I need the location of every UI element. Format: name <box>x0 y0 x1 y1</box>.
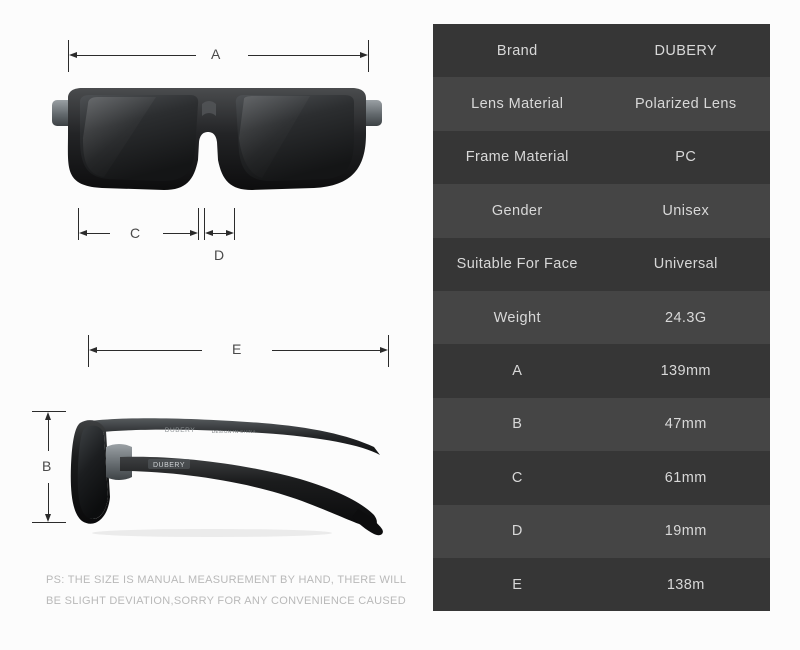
dimension-a-tick-right <box>368 40 369 72</box>
sunglasses-side-view: DUBERY DUBERY DESIGN IN CHINA <box>70 418 383 537</box>
dimension-c-tick-right <box>198 208 199 240</box>
spec-table-row: Weight 24.3G <box>433 290 770 345</box>
dimension-d-label: D <box>214 247 225 263</box>
disclaimer-line-2: BE SLIGHT DEVIATION,SORRY FOR ANY CONVEN… <box>46 595 406 607</box>
dimension-a-leader-left <box>76 55 196 56</box>
spec-row-label: B <box>433 397 602 452</box>
spec-row-value: Polarized Lens <box>601 77 770 131</box>
dimension-c-arrow-left <box>79 229 87 236</box>
spec-row-value: 139mm <box>601 344 770 398</box>
spec-row-value: 61mm <box>601 451 770 505</box>
dimension-b-leader-bottom <box>48 483 49 515</box>
dimension-b-arrow-down <box>44 514 51 522</box>
dimension-c-label: C <box>130 225 141 241</box>
spec-table-row: Frame Material PC <box>433 130 770 185</box>
spec-row-label: Frame Material <box>433 130 602 185</box>
dimension-b-tick-bottom <box>32 522 66 523</box>
spec-row-label: Lens Material <box>433 77 602 131</box>
spec-row-label: D <box>433 504 602 558</box>
dimension-e-leader-right <box>272 350 380 351</box>
dimension-d-arrow-left <box>205 229 213 236</box>
disclaimer-line-1: PS: THE SIZE IS MANUAL MEASUREMENT BY HA… <box>46 574 407 586</box>
dimension-e-arrow-right <box>380 346 388 353</box>
spec-row-value: DUBERY <box>601 24 770 78</box>
dimension-c-leader-right <box>163 233 190 234</box>
spec-row-value: PC <box>601 130 770 185</box>
spec-table-row: B 47mm <box>433 397 770 452</box>
side-view-shadow <box>92 529 332 537</box>
dimension-d-tick-right <box>234 208 235 240</box>
spec-row-value: 19mm <box>601 504 770 558</box>
spec-row-value: 138m <box>601 557 770 612</box>
spec-row-value: 47mm <box>601 397 770 452</box>
dimension-c-leader-left <box>86 233 110 234</box>
spec-table-row: A 139mm <box>433 344 770 398</box>
spec-row-label: Suitable For Face <box>433 237 602 291</box>
specification-table: Brand DUBERY Lens Material Polarized Lens Fr… <box>433 24 770 612</box>
spec-table-row: Lens Material Polarized Lens <box>433 77 770 131</box>
spec-row-label: Weight <box>433 290 602 345</box>
spec-row-label: Gender <box>433 184 602 238</box>
temple-brand-text: DUBERY <box>153 462 185 469</box>
spec-table-row: Suitable For Face Universal <box>433 237 770 291</box>
temple-upper-model-text: DESIGN IN CHINA <box>212 429 256 434</box>
sunglasses-front-view <box>52 88 382 190</box>
dimension-a-arrow-left <box>69 51 77 58</box>
dimension-a-leader-right <box>248 55 360 56</box>
spec-row-value: Universal <box>601 237 770 291</box>
temple-upper-brand-text: DUBERY <box>165 427 196 434</box>
dimension-a-arrow-right <box>360 51 368 58</box>
dimension-d-arrow-right <box>226 229 234 236</box>
spec-table-row: Brand DUBERY <box>433 24 770 78</box>
spec-row-value: Unisex <box>601 184 770 238</box>
specification-table-body: Brand DUBERY Lens Material Polarized Lens Fr… <box>433 24 770 612</box>
dimension-e-leader-left <box>96 350 202 351</box>
dimension-e-tick-right <box>388 335 389 367</box>
spec-row-label: C <box>433 451 602 505</box>
diagram-panel: A C D E B DUBERY DUBERY DESIGN IN CHINA … <box>0 0 430 650</box>
dimension-b-label: B <box>42 458 52 474</box>
measurement-disclaimer: PS: THE SIZE IS MANUAL MEASUREMENT BY HA… <box>46 570 416 612</box>
dimension-e-arrow-left <box>89 346 97 353</box>
dimension-b-leader-top <box>48 419 49 451</box>
spec-table-row: Gender Unisex <box>433 184 770 238</box>
dimension-c-arrow-right <box>190 229 198 236</box>
temple-arm-far <box>90 418 380 455</box>
spec-row-value: 24.3G <box>601 290 770 345</box>
side-lens <box>76 425 108 519</box>
spec-table-row: C 61mm <box>433 451 770 505</box>
dimension-e-label: E <box>232 341 242 357</box>
dimension-b-arrow-up <box>44 412 51 420</box>
dimension-a-label: A <box>211 46 221 62</box>
spec-table-row: E 138m <box>433 557 770 612</box>
spec-table-row: D 19mm <box>433 504 770 558</box>
spec-row-label: E <box>433 557 602 612</box>
spec-row-label: A <box>433 344 602 398</box>
spec-row-label: Brand <box>433 24 602 78</box>
